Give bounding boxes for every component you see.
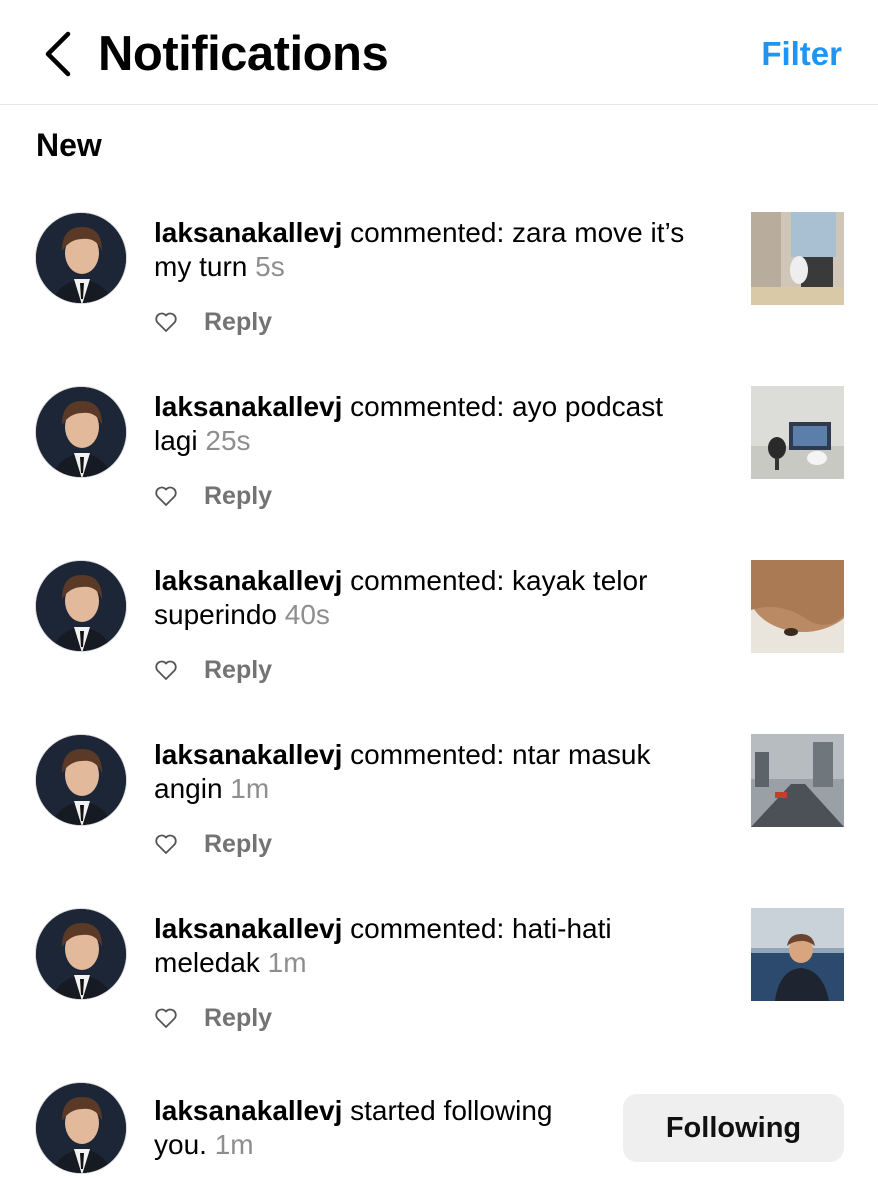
heart-icon[interactable] [154,310,178,334]
reply-button[interactable]: Reply [204,1001,272,1035]
filter-button[interactable]: Filter [761,34,842,74]
heart-icon[interactable] [154,484,178,508]
notification-text: laksanakallevj commented: ayo podcast la… [154,390,714,458]
timestamp: 25s [205,425,251,456]
avatar[interactable] [35,1082,127,1174]
section-label: New [36,127,102,163]
notification-text: laksanakallevj commented: hati-hati mele… [154,912,714,980]
avatar[interactable] [35,560,127,652]
timestamp: 5s [255,251,285,282]
notification-text: laksanakallevj commented: ntar masuk ang… [154,738,714,806]
timestamp: 1m [267,947,307,978]
username[interactable]: laksanakallevj [154,217,342,248]
post-thumbnail[interactable] [751,386,844,479]
username[interactable]: laksanakallevj [154,565,342,596]
username[interactable]: laksanakallevj [154,913,342,944]
reply-button[interactable]: Reply [204,653,272,687]
post-thumbnail[interactable] [751,560,844,653]
timestamp: 1m [230,773,270,804]
post-thumbnail[interactable] [751,734,844,827]
username[interactable]: laksanakallevj [154,391,342,422]
avatar[interactable] [35,212,127,304]
post-thumbnail[interactable] [751,908,844,1001]
username[interactable]: laksanakallevj [154,739,342,770]
avatar[interactable] [35,386,127,478]
notification-text: laksanakallevj started following you. 1m [154,1094,594,1162]
header: Notifications Filter [0,0,878,105]
notification-text: laksanakallevj commented: zara move it’s… [154,216,714,284]
back-chevron-icon[interactable] [40,28,80,80]
heart-icon[interactable] [154,1006,178,1030]
heart-icon[interactable] [154,832,178,856]
reply-button[interactable]: Reply [204,305,272,339]
avatar[interactable] [35,734,127,826]
post-thumbnail[interactable] [751,212,844,305]
avatar[interactable] [35,908,127,1000]
notification-text: laksanakallevj commented: kayak telor su… [154,564,714,632]
timestamp: 40s [284,599,330,630]
username[interactable]: laksanakallevj [154,1095,342,1126]
page-title: Notifications [98,27,389,81]
reply-button[interactable]: Reply [204,479,272,513]
following-button[interactable]: Following [623,1094,844,1162]
timestamp: 1m [214,1129,254,1160]
reply-button[interactable]: Reply [204,827,272,861]
heart-icon[interactable] [154,658,178,682]
